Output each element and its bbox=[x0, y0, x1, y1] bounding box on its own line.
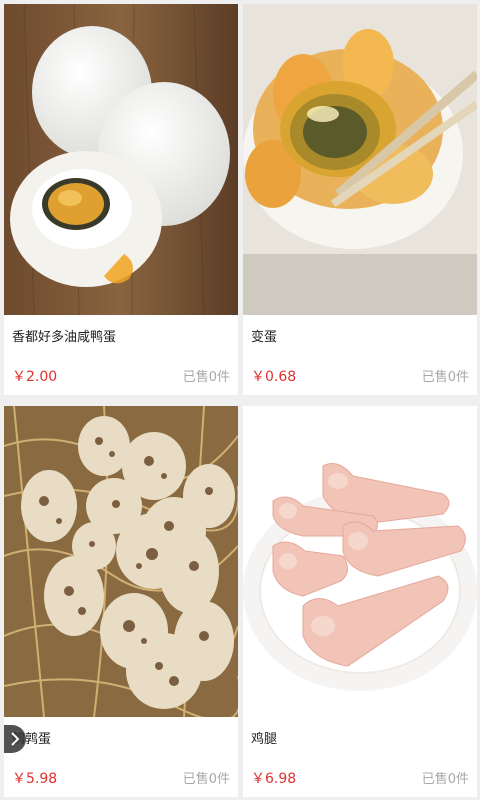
salted-duck-egg-image[interactable] bbox=[4, 4, 238, 315]
product-sold-count: 已售0件 bbox=[182, 370, 230, 385]
quail-egg-image[interactable] bbox=[4, 406, 238, 717]
product-grid: 香都好多油咸鸭蛋 ￥2.00 已售0件 变蛋 ￥0.68 已售0件 鹌鹑蛋 ￥5… bbox=[0, 0, 480, 800]
product-name: 香都好多油咸鸭蛋 bbox=[12, 330, 117, 345]
product-sold-count: 已售0件 bbox=[182, 772, 230, 787]
century-egg-image[interactable] bbox=[243, 4, 477, 315]
product-card[interactable]: 香都好多油咸鸭蛋 ￥2.00 已售0件 bbox=[4, 4, 238, 395]
product-card[interactable]: 变蛋 ￥0.68 已售0件 bbox=[243, 4, 477, 395]
product-card[interactable]: 鸡腿 ￥6.98 已售0件 bbox=[243, 406, 477, 797]
product-sold-count: 已售0件 bbox=[421, 772, 469, 787]
chevron-right-icon bbox=[11, 732, 20, 746]
chicken-drumstick-image[interactable] bbox=[243, 406, 477, 717]
product-price: ￥6.98 bbox=[251, 771, 297, 787]
product-price: ￥5.98 bbox=[12, 771, 58, 787]
product-name: 鸡腿 bbox=[251, 732, 278, 747]
product-card[interactable]: 鹌鹑蛋 ￥5.98 已售0件 bbox=[4, 406, 238, 797]
product-sold-count: 已售0件 bbox=[421, 370, 469, 385]
product-name: 变蛋 bbox=[251, 330, 278, 345]
product-price: ￥0.68 bbox=[251, 369, 297, 385]
product-price: ￥2.00 bbox=[12, 369, 58, 385]
